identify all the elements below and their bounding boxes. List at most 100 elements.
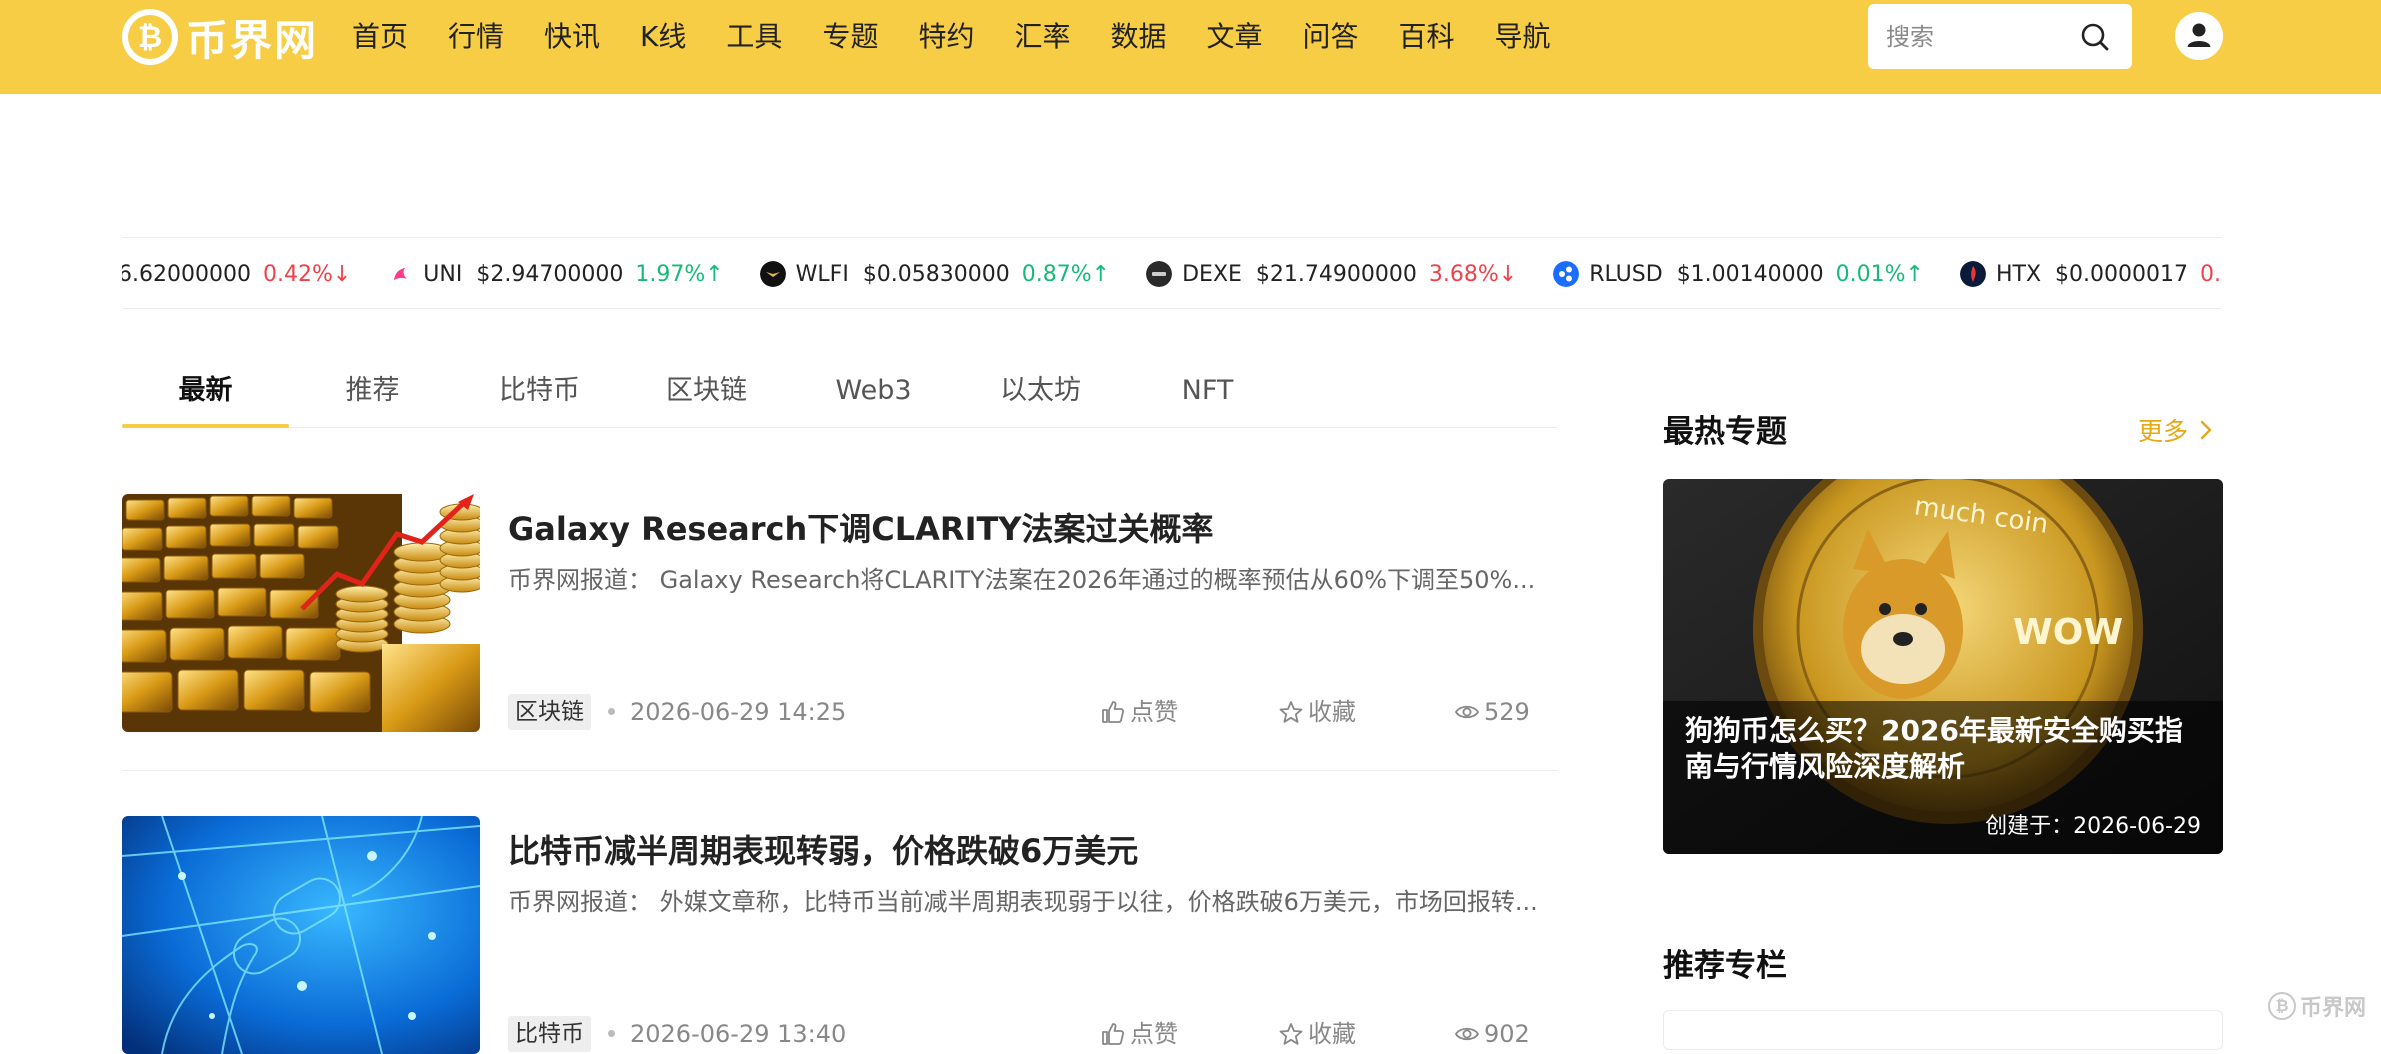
tab-blockchain[interactable]: 区块链 [623,360,790,426]
ticker-price: $2.94700000 [476,261,624,287]
chevron-right-icon [2200,420,2212,440]
article-divider [122,770,1558,771]
view-count: 902 [1454,1016,1530,1052]
favorite-label: 收藏 [1308,1020,1356,1048]
nav-item-tools[interactable]: 工具 [726,15,782,59]
ticker-change: 0.87%↑ [1021,261,1111,287]
star-icon [1279,701,1303,723]
ticker-item-uni[interactable]: UNI $2.94700000 1.97%↑ [387,261,724,287]
ticker-symbol: HTX [1995,261,2042,287]
article-meta: 比特币 2026-06-29 13:40 点赞 收藏 902 [508,1016,1533,1052]
favorite-label: 收藏 [1308,698,1356,726]
ticker-change: 0.00 %↓ [2200,261,2222,287]
like-button[interactable]: 点赞 [1100,1016,1178,1052]
tab-bitcoin[interactable]: 比特币 [456,360,623,426]
logo-badge: ₿ [122,9,178,65]
featured-date: 创建于：2026-06-29 [1985,814,2201,839]
site-logo[interactable]: ₿ 币界网 [122,8,318,66]
ticker-change: 1.97%↑ [635,261,724,287]
article-title[interactable]: Galaxy Research下调CLARITY法案过关概率 [508,504,1213,550]
watermark: ₿ 币界网 [2268,990,2366,1022]
featured-topic-card[interactable]: WOW much coin 狗狗币怎么买？2026年最新安全购买指南与行情风险深… [1663,479,2223,854]
more-label: 更多 [2138,417,2189,446]
category-tabs: 最新 推荐 比特币 区块链 Web3 以太坊 NFT [122,360,1558,428]
watermark-text: 币界网 [2300,996,2367,1021]
search-icon[interactable] [2080,22,2110,52]
like-label: 点赞 [1130,1020,1178,1048]
nav-item-kline[interactable]: K线 [640,15,686,59]
dexe-icon [1146,261,1173,287]
favorite-button[interactable]: 收藏 [1278,1016,1356,1052]
ticker-change: 0.42%↓ [262,261,352,287]
view-count: 529 [1454,694,1530,730]
nav-item-qa[interactable]: 问答 [1303,15,1359,59]
tab-recommended[interactable]: 推荐 [289,360,456,426]
nav-item-home[interactable]: 首页 [352,15,408,59]
ticker-item-htx[interactable]: HTX $0.0000017 0.00 %↓ [1959,261,2222,287]
hot-topics-heading: 最热专题 [1663,396,1787,451]
ticker-item[interactable]: 6.62000000 0.42%↓ [122,262,351,287]
nav-item-market[interactable]: 行情 [448,15,504,59]
ticker-change: 0.01%↑ [1835,261,1924,287]
nav-item-data[interactable]: 数据 [1110,15,1166,59]
bitcoin-logo-icon: ₿ [128,15,172,59]
recommended-columns-heading: 推荐专栏 [1663,930,1787,985]
search-input[interactable] [1886,4,2076,69]
featured-title[interactable]: 狗狗币怎么买？2026年最新安全购买指南与行情风险深度解析 [1685,713,2205,785]
meta-separator [608,1030,615,1037]
user-avatar-icon[interactable] [2175,12,2223,60]
top-header: ₿ 币界网 首页 行情 快讯 K线 工具 专题 特约 汇率 数据 文章 问答 百… [0,0,2381,94]
nav-item-navigation[interactable]: 导航 [1495,15,1551,59]
article-meta: 区块链 2026-06-29 14:25 点赞 收藏 529 [508,694,1533,730]
watermark-logo-icon: ₿ [2268,992,2296,1020]
ticker-symbol: WLFI [795,261,849,287]
article-summary: 币界网报道： 外媒文章称，比特币当前减半周期表现弱于以往，价格跌破6万美元，市场… [508,888,1538,916]
nav-item-wiki[interactable]: 百科 [1399,15,1455,59]
article-thumbnail[interactable] [122,494,480,732]
wlfi-icon [759,261,786,287]
ticker-symbol: DEXE [1182,261,1242,287]
article-tag[interactable]: 区块链 [508,694,591,730]
gold-bars-image [122,494,480,732]
ticker-item-wlfi[interactable]: WLFI $0.05830000 0.87%↑ [759,261,1111,287]
more-link[interactable]: 更多 [2138,412,2218,448]
favorite-button[interactable]: 收藏 [1278,694,1356,730]
ticker-item-dexe[interactable]: DEXE $21.74900000 3.68%↓ [1146,261,1517,287]
coin-wow-text: WOW [2013,612,2123,653]
nav-item-flash[interactable]: 快讯 [544,15,600,59]
nav-item-special[interactable]: 特约 [918,15,974,59]
ticker-price: $21.74900000 [1255,261,1417,287]
ticker-price: $0.05830000 [862,261,1010,287]
eye-icon [1454,705,1480,719]
featured-caption: 狗狗币怎么买？2026年最新安全购买指南与行情风险深度解析 创建于：2026-0… [1663,701,2223,854]
like-label: 点赞 [1130,698,1178,726]
article-thumbnail[interactable] [122,816,480,1054]
tab-web3[interactable]: Web3 [790,360,957,426]
search-box [1868,4,2132,69]
thumbs-up-icon [1102,1023,1125,1045]
rlusd-icon [1553,261,1580,287]
nav-item-topics[interactable]: 专题 [822,15,878,59]
ticker-price: $1.00140000 [1676,261,1824,287]
htx-icon [1959,261,1986,287]
article-date: 2026-06-29 13:40 [630,1020,847,1048]
article-item[interactable]: Galaxy Research下调CLARITY法案过关概率 币界网报道： Ga… [122,494,1558,774]
article-item[interactable]: 比特币减半周期表现转弱，价格跌破6万美元 币界网报道： 外媒文章称，比特币当前减… [122,816,1558,1054]
article-title[interactable]: 比特币减半周期表现转弱，价格跌破6万美元 [508,826,1138,872]
star-icon [1279,1023,1303,1045]
hot-topics-title: 最热专题 [1663,414,1787,450]
article-date: 2026-06-29 14:25 [630,698,847,726]
ticker-item-rlusd[interactable]: RLUSD $1.00140000 0.01%↑ [1553,261,1924,287]
like-button[interactable]: 点赞 [1100,694,1178,730]
ticker-price: 6.62000000 [122,261,251,287]
column-card[interactable] [1663,1010,2223,1050]
tab-latest[interactable]: 最新 [122,360,289,426]
ticker-change: 3.68%↓ [1428,261,1518,287]
article-tag[interactable]: 比特币 [508,1016,591,1052]
tab-nft[interactable]: NFT [1124,360,1291,426]
nav-item-articles[interactable]: 文章 [1207,15,1263,59]
nav-item-exchange-rate[interactable]: 汇率 [1014,15,1070,59]
view-count-value: 902 [1484,1020,1530,1048]
tab-ethereum[interactable]: 以太坊 [957,360,1124,426]
ticker-symbol: UNI [423,261,463,287]
